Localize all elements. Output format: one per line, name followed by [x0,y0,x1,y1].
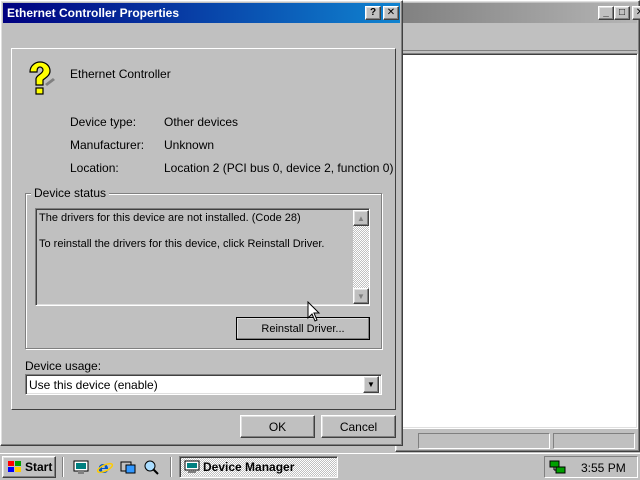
taskbar-separator [62,457,64,477]
location-label: Location: [70,161,119,175]
manufacturer-label: Manufacturer: [70,138,145,152]
minimize-button[interactable]: _ [598,6,614,20]
scroll-up-button[interactable]: ▲ [353,210,369,226]
network-tray-icon[interactable] [549,459,567,475]
device-usage-label: Device usage: [25,359,102,373]
channels-icon[interactable] [120,459,136,475]
taskbar-device-manager-button[interactable]: Device Manager [179,456,338,478]
mouse-cursor-icon [307,301,321,322]
search-icon[interactable] [143,459,159,475]
device-usage-select[interactable]: Use this device (enable) ▼ [25,374,382,395]
status-bar-pane-2 [553,433,635,449]
status-text-line1: The drivers for this device are not inst… [39,212,301,224]
dialog-title: Ethernet Controller Properties [7,6,180,20]
scroll-down-button[interactable]: ▼ [353,288,369,304]
device-name: Ethernet Controller [70,67,171,81]
background-toolbar [400,27,637,51]
device-type-value: Other devices [164,115,239,129]
internet-explorer-icon[interactable]: e [96,458,114,476]
start-button[interactable]: Start [2,456,56,478]
location-value: Location 2 (PCI bus 0, device 2, functio… [164,161,394,175]
question-mark-icon [29,61,55,95]
maximize-button[interactable]: □ [614,6,630,20]
device-usage-value: Use this device (enable) [29,378,158,392]
windows-logo-icon [8,461,21,472]
taskbar-separator-2 [170,457,172,477]
desktop-icon[interactable] [73,459,89,475]
device-tree-pane[interactable] [400,53,638,429]
help-button[interactable]: ? [365,6,381,20]
status-text-line2: To reinstall the drivers for this device… [39,238,325,250]
reinstall-driver-button[interactable]: Reinstall Driver... [236,317,370,340]
status-textbox[interactable]: The drivers for this device are not inst… [35,208,370,306]
dialog-titlebar[interactable]: Ethernet Controller Properties [3,3,400,23]
cancel-button[interactable]: Cancel [321,415,396,438]
clock[interactable]: 3:55 PM [581,461,626,475]
ok-button[interactable]: OK [240,415,315,438]
status-scrollbar[interactable]: ▲ ▼ [353,210,369,304]
manufacturer-value: Unknown [164,138,215,152]
computer-icon [184,460,200,473]
system-tray: 3:55 PM [544,456,638,478]
background-window: _ □ ✕ [395,0,640,452]
chevron-down-icon[interactable]: ▼ [363,376,379,393]
dialog-close-button[interactable]: ✕ [383,6,399,20]
task-label: Device Manager [203,460,295,474]
close-button[interactable]: ✕ [632,6,640,20]
device-type-label: Device type: [70,115,137,129]
start-label: Start [25,460,53,474]
properties-dialog: Ethernet Controller Properties ? ✕ Ether… [0,0,403,446]
status-bar-pane-1 [418,433,550,449]
device-status-label: Device status [31,186,110,200]
